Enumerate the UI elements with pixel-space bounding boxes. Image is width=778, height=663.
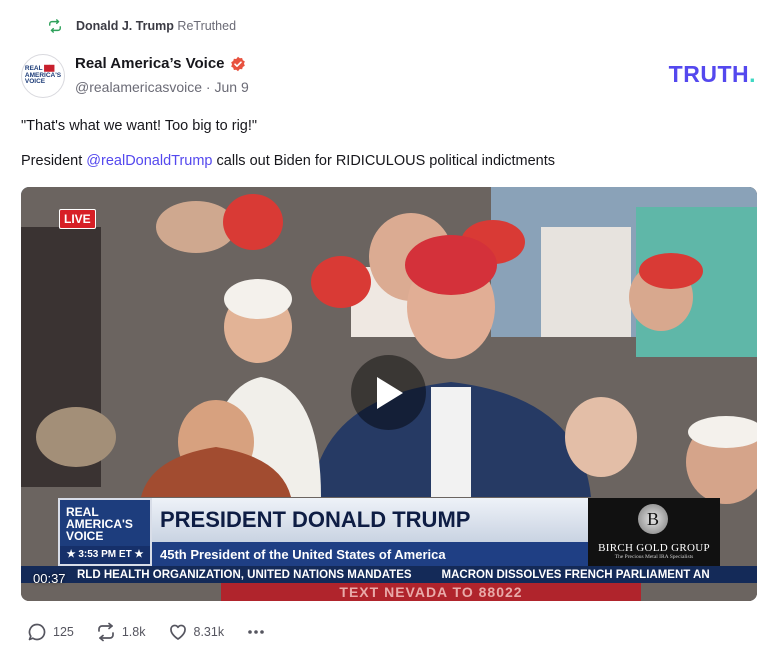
broadcast-time: ★ 3:53 PM ET ★ (60, 546, 150, 564)
mention-link[interactable]: @realDonaldTrump (86, 153, 212, 169)
like-button[interactable]: 8.31k (168, 622, 225, 642)
sponsor-tagline: The Precious Metal IRA Specialists (614, 554, 694, 560)
lower-third: REAL AMERICA'S VOICE ★ 3:53 PM ET ★ PRES… (58, 498, 720, 566)
avatar[interactable]: REAL ▇▇ AMERICA'S VOICE (21, 54, 65, 98)
lower-third-headline: PRESIDENT DONALD TRUMP (152, 498, 588, 542)
text-banner: TEXT NEVADA TO 88022 (221, 583, 641, 601)
post-date[interactable]: Jun 9 (215, 79, 249, 95)
like-count: 8.31k (193, 625, 225, 639)
lower-third-subline: 45th President of the United States of A… (152, 542, 588, 566)
post-text-line1: "That's what we want! Too big to rig!" (21, 118, 258, 134)
news-ticker: RLD HEALTH ORGANIZATION, UNITED NATIONS … (21, 566, 757, 583)
truth-logo[interactable]: TRUTH. (669, 61, 756, 88)
retruth-header: Donald J. Trump ReTruthed (48, 19, 236, 33)
ticker-item: RLD HEALTH ORGANIZATION, UNITED NATIONS … (77, 568, 412, 581)
reply-button[interactable]: 125 (27, 622, 74, 642)
sponsor-name: BIRCH GOLD GROUP (598, 542, 710, 554)
channel-logo: REAL AMERICA'S VOICE ★ 3:53 PM ET ★ (58, 498, 152, 566)
ticker-item: MACRON DISSOLVES FRENCH PARLIAMENT AN (441, 568, 710, 581)
reply-icon (28, 623, 46, 641)
play-icon (376, 376, 403, 409)
avatar-logo: REAL ▇▇ AMERICA'S VOICE (24, 65, 62, 86)
author-name[interactable]: Real America’s Voice (75, 55, 225, 72)
truth-logo-text: TRUTH (668, 61, 750, 87)
sponsor-logo: B BIRCH GOLD GROUP The Precious Metal IR… (588, 498, 720, 566)
retruth-icon (98, 622, 114, 642)
reply-count: 125 (53, 625, 74, 639)
live-badge: LIVE (59, 209, 96, 229)
retruth-user[interactable]: Donald J. Trump (76, 19, 174, 33)
verified-badge-icon (230, 56, 246, 72)
author-handle[interactable]: @realamericasvoice (75, 79, 202, 95)
more-icon (248, 630, 264, 634)
retruth-count: 1.8k (121, 625, 146, 639)
retruth-icon (48, 19, 62, 33)
post-text-suffix: calls out Biden for RIDICULOUS political… (212, 153, 555, 169)
post-actions: 125 1.8k 8.31k (27, 622, 266, 642)
channel-name: REAL AMERICA'S VOICE (66, 505, 133, 543)
retruth-button[interactable]: 1.8k (96, 622, 146, 642)
truth-logo-dot: . (749, 61, 756, 87)
video-player[interactable]: LIVE REAL AMERICA'S VOICE ★ 3:53 PM ET ★… (21, 187, 757, 601)
more-options-button[interactable] (246, 622, 266, 642)
post-text-prefix: President (21, 153, 87, 169)
author-meta: @realamericasvoice · Jun 9 (75, 79, 249, 95)
retruth-label: ReTruthed (177, 19, 237, 33)
video-duration: 00:37 (33, 571, 66, 586)
heart-icon (169, 624, 186, 640)
play-button[interactable] (351, 355, 426, 430)
sponsor-seal-icon: B (638, 504, 668, 534)
author-name-row[interactable]: Real America’s Voice (75, 55, 246, 72)
post-text-line2: President @realDonaldTrump calls out Bid… (21, 153, 555, 169)
